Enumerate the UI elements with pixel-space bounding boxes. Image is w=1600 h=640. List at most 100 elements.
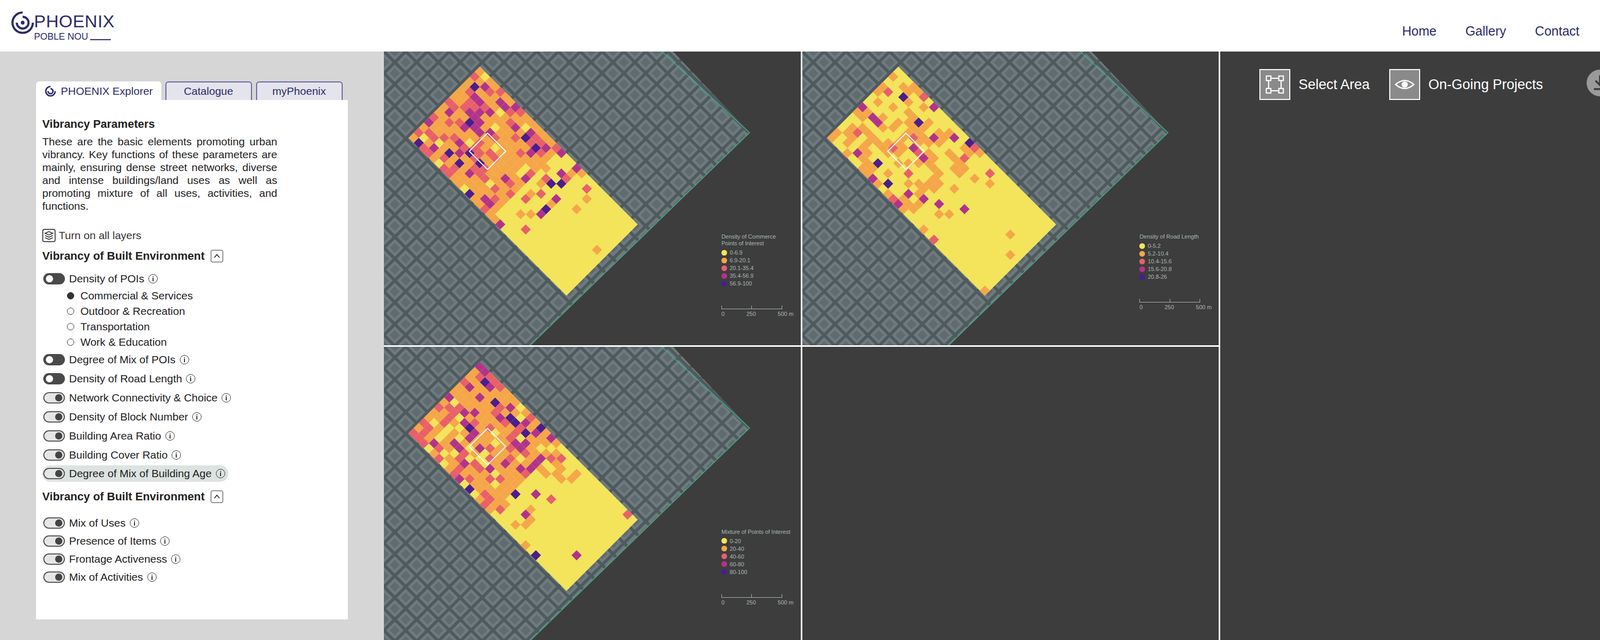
- parameter-item[interactable]: Degree of Mix of POIs: [42, 349, 193, 369]
- legend-entry: 20-40: [721, 545, 794, 552]
- phoenix-swirl-icon: [44, 85, 57, 98]
- toggle-switch[interactable]: [43, 571, 65, 583]
- section-header[interactable]: Vibrancy of Built Environment: [42, 247, 337, 265]
- eye-icon: [1393, 73, 1417, 96]
- toggle-switch[interactable]: [43, 411, 65, 423]
- info-icon[interactable]: [221, 393, 231, 403]
- toggle-switch[interactable]: [43, 430, 65, 442]
- chevron-up-icon: [210, 249, 224, 263]
- logo-subtitle: POBLE NOU: [34, 31, 115, 42]
- download-icon: [1586, 69, 1600, 97]
- radio-option[interactable]: Outdoor & Recreation: [42, 303, 337, 319]
- legend-entry: 40-60: [721, 553, 794, 560]
- legend-title: Mixture of Points of Interest: [721, 528, 791, 536]
- card-title: Vibrancy Parameters: [42, 117, 337, 131]
- nav-link[interactable]: Home: [1402, 23, 1437, 39]
- legend-entry: 0-5.2: [1139, 242, 1212, 249]
- scale-bar: 0250500 m: [721, 594, 794, 606]
- parameter-item[interactable]: Building Cover Ratio: [42, 445, 184, 465]
- radio-option[interactable]: Commercial & Services: [42, 288, 337, 304]
- chevron-up-icon: [210, 490, 224, 503]
- legend-entry: 20.1-35.4: [721, 264, 794, 272]
- info-icon[interactable]: [192, 412, 202, 422]
- toggle-switch[interactable]: [43, 273, 65, 285]
- parameter-section: Vibrancy of Built Environment Mix of Uses…: [42, 487, 337, 586]
- legend-entry: 0-20: [721, 537, 794, 545]
- parameter-item[interactable]: Frontage Activeness: [42, 549, 184, 568]
- toggle-switch[interactable]: [43, 517, 65, 529]
- toggle-switch[interactable]: [43, 354, 65, 366]
- legend-entry: 0-6.9: [721, 249, 794, 256]
- legend-entry: 56.9-100: [721, 280, 794, 287]
- toolbar: Select Area On-Going Projects: [1220, 51, 1600, 640]
- nav-link[interactable]: Contact: [1535, 23, 1580, 39]
- map-view[interactable]: Mixture of Points of Interest0-2020-4040…: [383, 346, 801, 640]
- explorer-card: Vibrancy Parameters These are the basic e…: [36, 99, 348, 620]
- info-icon[interactable]: [147, 572, 157, 582]
- download-button[interactable]: [1586, 69, 1600, 97]
- map-view[interactable]: Density of Commerce Points of Interest 0-…: [383, 51, 801, 346]
- info-icon[interactable]: [171, 450, 181, 460]
- phoenix-swirl-icon: [9, 9, 37, 37]
- legend-title: Density of Commerce Points of Interest: [721, 233, 791, 247]
- description: These are the basic elements promoting u…: [42, 135, 278, 213]
- turn-on-all-button[interactable]: Turn on all layers: [42, 228, 337, 243]
- parameter-item[interactable]: Mix of Activities: [42, 567, 160, 586]
- parameter-item[interactable]: Density of Road Length: [42, 368, 199, 389]
- tab-bar: PHOENIX ExplorerCataloguemyPhoenix: [36, 81, 348, 100]
- section-header[interactable]: Vibrancy of Built Environment: [42, 487, 337, 506]
- tab[interactable]: Catalogue: [165, 81, 252, 100]
- tab[interactable]: myPhoenix: [256, 81, 343, 100]
- radio-option[interactable]: Work & Education: [42, 334, 337, 350]
- toolbar-button[interactable]: Select Area: [1259, 69, 1370, 100]
- radio-option[interactable]: Transportation: [42, 318, 337, 335]
- main-nav: Home Gallery Contact: [1402, 13, 1580, 39]
- info-icon[interactable]: [165, 431, 175, 441]
- map-view[interactable]: Density of Road Length0-5.25.2-10.410.4-…: [802, 51, 1220, 346]
- heatmap: [383, 346, 801, 640]
- parameter-item[interactable]: Mix of Uses: [42, 513, 143, 532]
- logo-title: PHOENIX: [34, 12, 115, 30]
- heatmap: [383, 51, 801, 346]
- logo[interactable]: PHOENIXPOBLE NOU: [9, 10, 115, 42]
- parameter-item[interactable]: Network Connectivity & Choice: [42, 388, 234, 408]
- toggle-switch[interactable]: [43, 449, 65, 461]
- info-icon[interactable]: [160, 536, 170, 546]
- legend-title: Density of Road Length: [1139, 233, 1209, 241]
- toggle-switch[interactable]: [43, 553, 65, 565]
- toolbar-button[interactable]: On-Going Projects: [1389, 69, 1543, 100]
- scale-bar: 0250500 m: [721, 305, 794, 317]
- parameter-item[interactable]: Presence of Items: [42, 531, 173, 550]
- parameter-item[interactable]: Density of POIs: [42, 268, 161, 289]
- tab[interactable]: PHOENIX Explorer: [36, 81, 162, 100]
- empty-map-slot: [802, 346, 1220, 640]
- map-grid: Density of Commerce Points of Interest 0-…: [383, 51, 1221, 640]
- parameter-item[interactable]: Building Area Ratio: [42, 426, 178, 446]
- toggle-switch[interactable]: [43, 392, 65, 404]
- toggle-switch[interactable]: [43, 467, 65, 480]
- info-icon[interactable]: [148, 274, 158, 284]
- info-icon[interactable]: [129, 518, 140, 528]
- map-legend: Density of Commerce Points of Interest 0-…: [721, 233, 794, 317]
- info-icon[interactable]: [215, 468, 226, 479]
- legend-entry: 10.4-15.6: [1139, 258, 1212, 265]
- toggle-switch[interactable]: [43, 535, 65, 547]
- heatmap: [802, 51, 1220, 346]
- info-icon[interactable]: [171, 554, 181, 564]
- legend-entry: 6.9-20.1: [721, 257, 794, 264]
- top-bar: PHOENIXPOBLE NOU Home Gallery Contact: [0, 0, 1600, 52]
- legend-entry: 15.6-20.8: [1139, 265, 1212, 273]
- sidebar: PHOENIX ExplorerCataloguemyPhoenixVibran…: [0, 51, 384, 640]
- toggle-switch[interactable]: [43, 373, 65, 385]
- select-area-icon: [1263, 73, 1287, 96]
- parameter-item[interactable]: Degree of Mix of Building Age: [42, 465, 229, 482]
- parameter-item[interactable]: Density of Block Number: [42, 407, 205, 427]
- info-icon[interactable]: [186, 374, 196, 384]
- info-icon[interactable]: [179, 355, 190, 365]
- nav-link[interactable]: Gallery: [1465, 23, 1507, 39]
- main-area: PHOENIX ExplorerCataloguemyPhoenixVibran…: [0, 51, 1600, 640]
- scale-bar: 0250500 m: [1139, 298, 1212, 311]
- legend-entry: 5.2-10.4: [1139, 250, 1212, 257]
- app: PHOENIXPOBLE NOUHomeGalleryContactPHOENI…: [0, 0, 1600, 640]
- map-legend: Density of Road Length0-5.25.2-10.410.4-…: [1139, 233, 1212, 311]
